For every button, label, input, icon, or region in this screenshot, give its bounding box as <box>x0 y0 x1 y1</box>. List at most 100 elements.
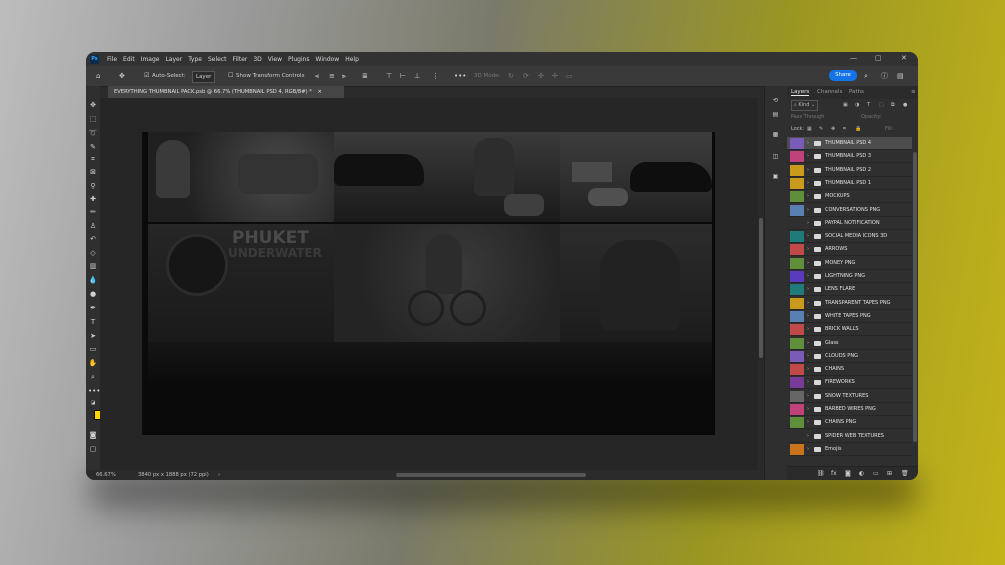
roll-3d-icon[interactable]: ⟳ <box>523 71 529 81</box>
layer-name[interactable]: SPIDER WEB TEXTURES <box>825 430 884 443</box>
menu-edit[interactable]: Edit <box>120 56 138 63</box>
expand-arrow-icon[interactable]: › <box>807 204 809 217</box>
crop-tool-icon[interactable]: ⌗ <box>88 154 98 164</box>
menu-file[interactable]: File <box>104 56 120 63</box>
menu-3d[interactable]: 3D <box>250 56 264 63</box>
tab-paths[interactable]: Paths <box>849 89 864 95</box>
layer-name[interactable]: MONEY PNG <box>825 257 855 270</box>
menu-view[interactable]: View <box>265 56 285 63</box>
filter-pixel-icon[interactable]: ▣ <box>843 100 848 111</box>
share-button[interactable]: Share <box>829 70 857 81</box>
menu-image[interactable]: Image <box>138 56 163 63</box>
menu-layer[interactable]: Layer <box>162 56 185 63</box>
layer-name[interactable]: CHAINS <box>825 363 844 376</box>
delete-layer-icon[interactable]: 🗑 <box>901 470 909 477</box>
move-tool-icon[interactable]: ✥ <box>119 71 125 81</box>
layer-name[interactable]: CHAINS PNG <box>825 416 856 429</box>
expand-arrow-icon[interactable]: › <box>807 363 809 376</box>
expand-arrow-icon[interactable]: › <box>807 416 809 429</box>
lasso-tool-icon[interactable]: ➰ <box>88 128 98 138</box>
canvas-area[interactable]: PHUKET UNDERWATER <box>100 98 764 470</box>
expand-arrow-icon[interactable]: › <box>807 390 809 403</box>
filter-type-icon[interactable]: T <box>867 100 870 111</box>
layer-name[interactable]: THUMBNAIL PSD 1 <box>825 177 871 190</box>
histogram-icon[interactable]: ▦ <box>770 130 781 139</box>
layer-row[interactable]: › LIGHTNING PNG <box>787 270 912 283</box>
menu-help[interactable]: Help <box>342 56 362 63</box>
layer-name[interactable]: ARROWS <box>825 243 847 256</box>
eyedropper-tool-icon[interactable]: ⚲ <box>88 181 98 191</box>
add-mask-icon[interactable]: ◙ <box>845 470 851 477</box>
layer-row[interactable]: › CONVERSATIONS PNG <box>787 204 912 217</box>
menu-plugins[interactable]: Plugins <box>285 56 313 63</box>
expand-arrow-icon[interactable]: › <box>807 337 809 350</box>
layer-name[interactable]: MOCKUPS <box>825 190 850 203</box>
lock-image-icon[interactable]: ✎ <box>819 124 823 135</box>
expand-arrow-icon[interactable]: › <box>807 283 809 296</box>
layer-row[interactable]: › CLOUDS PNG <box>787 350 912 363</box>
layer-name[interactable]: WHITE TAPES PNG <box>825 310 871 323</box>
screen-mode-icon[interactable]: ▢ <box>88 444 98 454</box>
transform-checkbox[interactable]: ☐ <box>228 71 233 81</box>
menu-window[interactable]: Window <box>313 56 343 63</box>
align-left-icon[interactable]: ⫷ <box>315 71 319 81</box>
layer-name[interactable]: TRANSPARENT TAPES PNG <box>825 297 890 310</box>
expand-arrow-icon[interactable]: › <box>807 217 809 230</box>
expand-arrow-icon[interactable]: › <box>807 190 809 203</box>
more-options-icon[interactable]: ••• <box>454 71 466 81</box>
panel-menu-icon[interactable]: ≡ <box>911 89 916 95</box>
layer-name[interactable]: Glass <box>825 337 839 350</box>
expand-arrow-icon[interactable]: › <box>807 137 809 150</box>
comments-icon[interactable]: ▤ <box>770 110 781 119</box>
filter-shape-icon[interactable]: ⬚ <box>879 100 884 111</box>
expand-arrow-icon[interactable]: › <box>807 297 809 310</box>
move-tool-icon[interactable]: ✥ <box>88 100 98 110</box>
lock-artboard-icon[interactable]: ⌗ <box>843 124 846 135</box>
align-bottom-icon[interactable]: ⊥ <box>414 71 420 81</box>
link-layers-icon[interactable]: ⛓ <box>817 470 825 477</box>
workspace-icon[interactable]: ▤ <box>897 71 904 81</box>
blend-mode-dropdown[interactable]: Pass Through <box>791 112 824 123</box>
auto-select-dropdown[interactable]: Layer <box>192 71 216 83</box>
layer-row[interactable]: › THUMBNAIL PSD 2 <box>787 164 912 177</box>
pan-3d-icon[interactable]: ✣ <box>538 71 544 81</box>
lock-position-icon[interactable]: ✥ <box>831 124 835 135</box>
dodge-tool-icon[interactable]: ● <box>88 289 98 299</box>
layer-row[interactable]: › THUMBNAIL PSD 1 <box>787 177 912 190</box>
layer-row[interactable]: › Glass <box>787 337 912 350</box>
distribute-vertical-icon[interactable]: ⋮ <box>432 71 439 81</box>
expand-arrow-icon[interactable]: › <box>807 350 809 363</box>
type-tool-icon[interactable]: T <box>88 317 98 327</box>
expand-arrow-icon[interactable]: › <box>807 310 809 323</box>
quick-mask-icon[interactable]: ◙ <box>88 430 98 440</box>
align-top-icon[interactable]: ⊤ <box>386 71 392 81</box>
layer-row[interactable]: › WHITE TAPES PNG <box>787 310 912 323</box>
layers-scrollbar[interactable] <box>913 152 917 442</box>
close-button[interactable]: ✕ <box>901 54 907 62</box>
help-icon[interactable]: ⓘ <box>881 71 888 81</box>
layer-row[interactable]: › BRICK WALLS <box>787 323 912 337</box>
layer-name[interactable]: LENS FLARE <box>825 283 855 296</box>
lock-transparent-icon[interactable]: ▦ <box>807 124 812 135</box>
expand-arrow-icon[interactable]: › <box>807 243 809 256</box>
history-icon[interactable]: ⟲ <box>770 96 781 105</box>
document-canvas[interactable]: PHUKET UNDERWATER <box>142 132 715 435</box>
pen-tool-icon[interactable]: ✒ <box>88 303 98 313</box>
scale-3d-icon[interactable]: ▭ <box>566 71 573 81</box>
layer-name[interactable]: LIGHTNING PNG <box>825 270 865 283</box>
layer-name[interactable]: Emojis <box>825 443 841 456</box>
new-layer-icon[interactable]: ⊞ <box>887 470 892 477</box>
layer-row[interactable]: › CHAINS PNG <box>787 416 912 430</box>
layer-row[interactable]: › MOCKUPS <box>787 190 912 204</box>
adjustments-icon[interactable]: ▣ <box>770 172 781 181</box>
new-group-icon[interactable]: ▭ <box>873 470 879 477</box>
menu-select[interactable]: Select <box>205 56 230 63</box>
layer-row[interactable]: › MONEY PNG <box>787 257 912 270</box>
layer-row[interactable]: › SPIDER WEB TEXTURES <box>787 430 912 443</box>
layer-row[interactable]: › ARROWS <box>787 243 912 257</box>
layer-name[interactable]: BRICK WALLS <box>825 323 859 336</box>
canvas-horizontal-scrollbar[interactable] <box>396 473 586 477</box>
lock-all-icon[interactable]: 🔒 <box>855 124 861 135</box>
layer-name[interactable]: THUMBNAIL PSD 3 <box>825 150 871 163</box>
align-middle-icon[interactable]: ⊢ <box>400 71 406 81</box>
